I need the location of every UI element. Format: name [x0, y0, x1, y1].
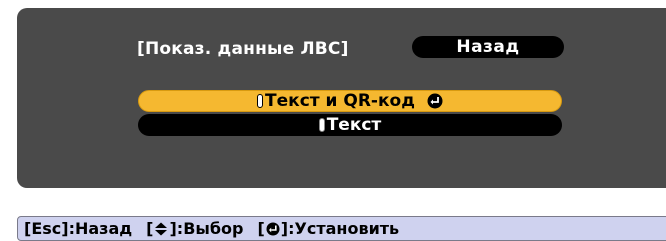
up-down-arrow-icon: [154, 222, 168, 236]
hint-key-open: [: [146, 219, 154, 238]
hint-key: [Esc]: [24, 219, 69, 238]
menu-panel: [Показ. данные ЛВС] Назад Текст и QR-код…: [17, 8, 666, 188]
option-label: Текст: [326, 115, 382, 135]
hint-action: :Назад: [68, 219, 133, 238]
option-text[interactable]: Текст: [138, 114, 562, 136]
enter-icon: [427, 93, 443, 109]
option-label: Текст и QR-код: [265, 91, 415, 111]
back-button-label: Назад: [456, 37, 520, 57]
hint-key-open: [: [257, 219, 265, 238]
option-text-and-qr[interactable]: Текст и QR-код: [138, 90, 562, 112]
hint-action: :Выбор: [176, 219, 244, 238]
hint-esc: [Esc] :Назад: [24, 219, 132, 238]
hint-select: [ ] :Выбор: [146, 219, 243, 238]
hint-key-close: ]: [280, 219, 289, 238]
radio-unselected-icon: [318, 118, 325, 132]
radio-selected-icon: [257, 94, 264, 108]
status-bar: [Esc] :Назад [ ] :Выбор [ ] :Установить: [17, 216, 666, 241]
hint-set: [ ] :Установить: [257, 219, 399, 238]
menu-title-row: [Показ. данные ЛВС]: [137, 36, 349, 62]
hint-key-close: ]: [169, 219, 177, 238]
menu-title: [Показ. данные ЛВС]: [137, 39, 349, 59]
back-button[interactable]: Назад: [412, 36, 564, 58]
hint-action: :Установить: [288, 219, 400, 238]
enter-icon: [266, 222, 280, 236]
